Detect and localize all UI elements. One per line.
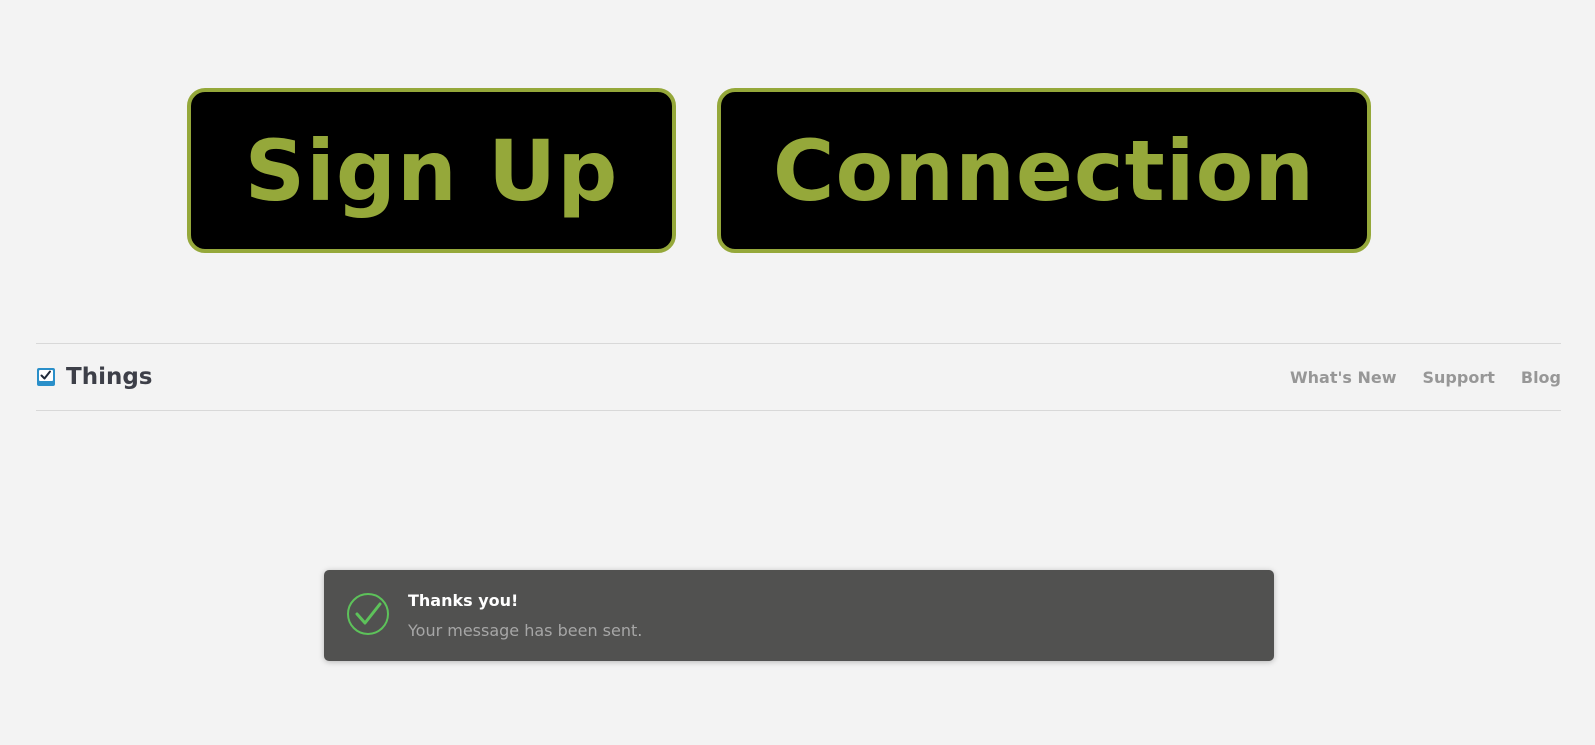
nav-link-blog[interactable]: Blog (1521, 368, 1561, 387)
connection-button[interactable]: Connection (717, 88, 1371, 253)
navbar: Things What's New Support Blog (36, 343, 1561, 411)
brand[interactable]: Things (36, 344, 152, 410)
toast-title: Thanks you! (408, 591, 519, 610)
connection-label: Connection (772, 121, 1316, 220)
check-circle-icon (346, 592, 390, 636)
brand-name: Things (66, 364, 153, 390)
success-toast: Thanks you! Your message has been sent. (324, 570, 1274, 661)
nav-links: What's New Support Blog (1264, 344, 1561, 410)
nav-link-whats-new[interactable]: What's New (1290, 368, 1397, 387)
sign-up-label: Sign Up (244, 121, 619, 220)
nav-link-support[interactable]: Support (1423, 368, 1495, 387)
checkbox-icon (36, 367, 56, 387)
sign-up-button[interactable]: Sign Up (187, 88, 676, 253)
page: Sign Up Connection Things What's New Sup… (0, 0, 1595, 745)
toast-message: Your message has been sent. (408, 621, 643, 640)
